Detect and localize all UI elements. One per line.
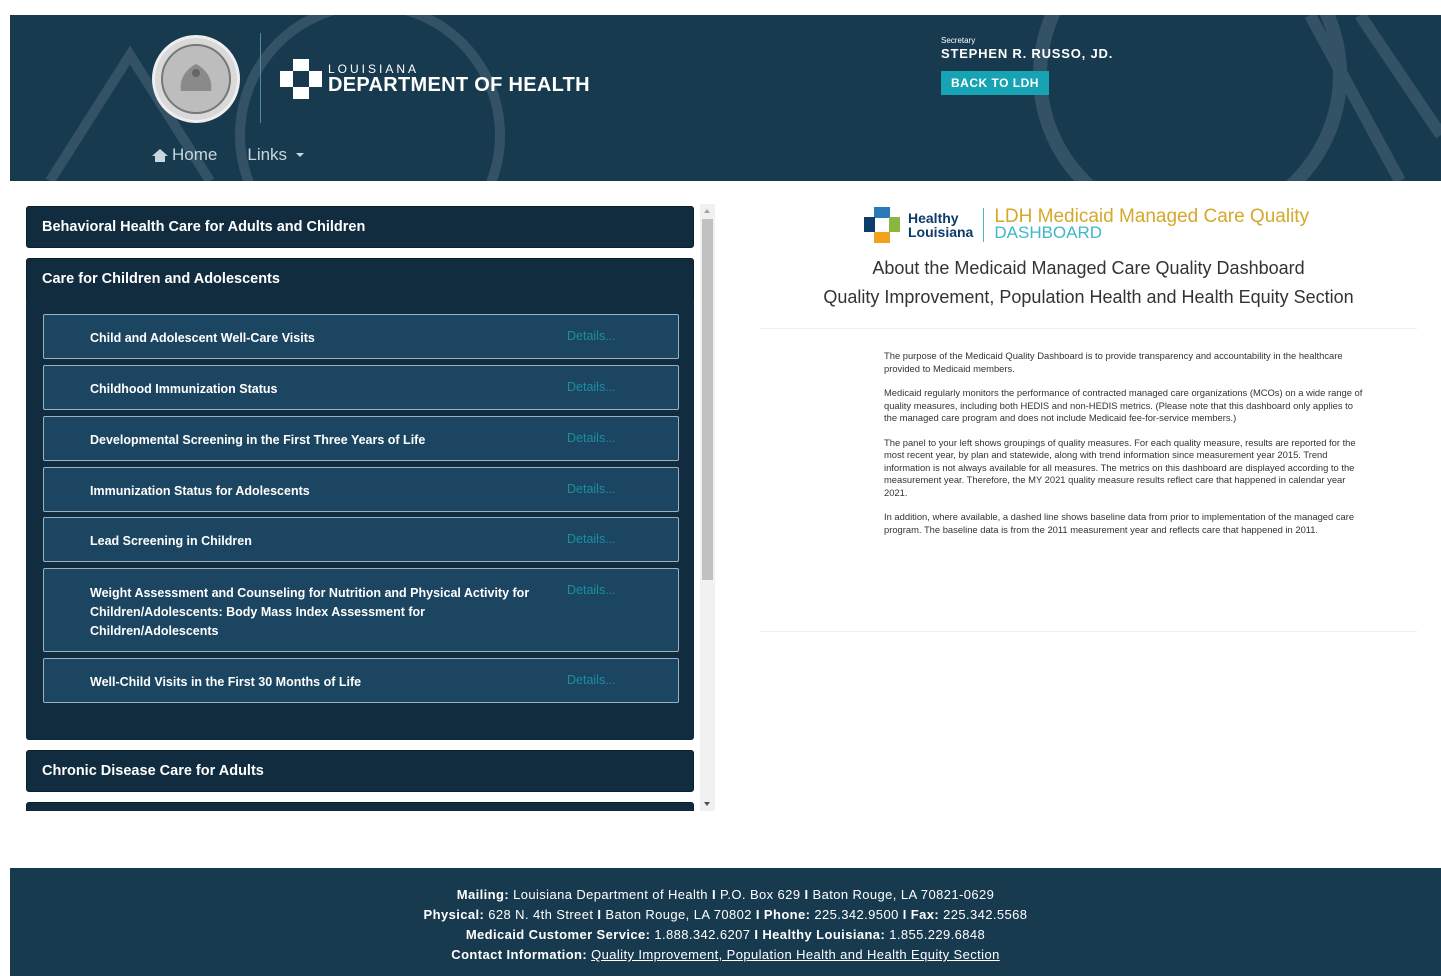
healthy-louisiana-cross-icon [864, 207, 900, 243]
physical-city: Baton Rouge, LA 70802 [605, 907, 752, 922]
healthy-louisiana-line1: Healthy [908, 210, 959, 226]
accordion-header-children-adolescents[interactable]: Care for Children and Adolescents [26, 258, 694, 300]
accordion-header-next-partial[interactable] [26, 802, 694, 811]
separator: I [597, 907, 602, 922]
measure-name: Weight Assessment and Counseling for Nut… [90, 586, 530, 638]
secretary-label: Secretary [941, 36, 976, 45]
separator: I [711, 887, 716, 902]
contact-link[interactable]: Quality Improvement, Population Health a… [591, 947, 1000, 962]
fax-number: 225.342.5568 [943, 907, 1028, 922]
physical-street: 628 N. 4th Street [488, 907, 594, 922]
panel-scrollbar[interactable] [700, 204, 715, 811]
measure-name: Child and Adolescent Well-Care Visits [90, 331, 315, 345]
measure-details-link[interactable]: Details... [567, 532, 616, 546]
accordion: Behavioral Health Care for Adults and Ch… [24, 204, 699, 811]
measure-details-link[interactable]: Details... [567, 583, 616, 597]
dashboard-title-line2: DASHBOARD [994, 223, 1103, 242]
separator: I [755, 907, 760, 922]
measure-item[interactable]: Lead Screening in Children Details... [43, 517, 679, 562]
separator: I [902, 907, 907, 922]
measure-item[interactable]: Childhood Immunization Status Details... [43, 365, 679, 410]
separator: I [804, 887, 809, 902]
healthy-louisiana-dashboard-logo: Healthy Louisiana LDH Medicaid Managed C… [864, 207, 1309, 243]
back-to-ldh-button[interactable]: BACK TO LDH [941, 71, 1049, 95]
mailing-box: P.O. Box 629 [720, 887, 801, 902]
secretary-name: STEPHEN R. RUSSO, JD. [941, 46, 1114, 61]
scrollbar-thumb[interactable] [702, 219, 713, 580]
secretary-block: Secretary STEPHEN R. RUSSO, JD. [941, 36, 1113, 61]
ldh-cross-icon [280, 59, 322, 99]
accordion-header-chronic-disease[interactable]: Chronic Disease Care for Adults [26, 750, 694, 792]
phone-label: Phone: [763, 907, 811, 922]
accordion-body-children-adolescents: Child and Adolescent Well-Care Visits De… [26, 299, 694, 740]
seal-inner [161, 44, 231, 114]
measure-name: Immunization Status for Adolescents [90, 484, 310, 498]
caret-down-icon [296, 153, 305, 157]
measure-name: Developmental Screening in the First Thr… [90, 433, 426, 447]
accordion-header-behavioral-health[interactable]: Behavioral Health Care for Adults and Ch… [26, 206, 694, 248]
ldh-logo-department: DEPARTMENT OF HEALTH [328, 74, 590, 96]
header-divider [260, 33, 261, 123]
fax-label: Fax: [910, 907, 940, 922]
healthy-louisiana-label: Healthy Louisiana: [762, 927, 886, 942]
description-paragraph: Medicaid regularly monitors the performa… [884, 387, 1363, 423]
measure-name: Well-Child Visits in the First 30 Months… [90, 675, 362, 689]
measure-details-link[interactable]: Details... [567, 673, 616, 687]
ldh-logo[interactable]: LOUISIANA DEPARTMENT OF HEALTH [280, 59, 590, 99]
contact-label: Contact Information: [451, 947, 588, 962]
measure-item[interactable]: Weight Assessment and Counseling for Nut… [43, 568, 679, 652]
footer-contact: Contact Information: Quality Improvement… [10, 945, 1441, 965]
mailing-org: Louisiana Department of Health [513, 887, 708, 902]
nav-links-dropdown[interactable]: Links [247, 145, 305, 165]
description-paragraph: In addition, where available, a dashed l… [884, 511, 1355, 535]
measure-item[interactable]: Child and Adolescent Well-Care Visits De… [43, 314, 679, 359]
measure-details-link[interactable]: Details... [567, 329, 616, 343]
divider-top [760, 328, 1417, 329]
main-nav: Home Links [152, 145, 305, 165]
home-icon [152, 148, 168, 162]
mcs-label: Medicaid Customer Service: [465, 927, 651, 942]
description-paragraph: The panel to your left shows groupings o… [884, 436, 1356, 498]
mcs-number: 1.888.342.6207 [654, 927, 751, 942]
scroll-down-arrow-icon[interactable] [704, 802, 710, 806]
nav-home[interactable]: Home [152, 145, 217, 165]
state-seal-logo [152, 35, 240, 123]
mailing-label: Mailing: [456, 887, 510, 902]
measure-item[interactable]: Immunization Status for Adolescents Deta… [43, 467, 679, 512]
measure-details-link[interactable]: Details... [567, 380, 616, 394]
measure-details-link[interactable]: Details... [567, 482, 616, 496]
logo-separator [983, 208, 985, 242]
measure-name: Childhood Immunization Status [90, 382, 278, 396]
divider-bottom [760, 631, 1417, 632]
measure-item[interactable]: Developmental Screening in the First Thr… [43, 416, 679, 461]
dashboard-description: The purpose of the Medicaid Quality Dash… [884, 350, 1364, 548]
nav-home-label: Home [172, 145, 218, 164]
healthy-louisiana-number: 1.855.229.6848 [889, 927, 986, 942]
site-footer: Mailing: Louisiana Department of Health … [10, 868, 1441, 976]
healthy-louisiana-line2: Louisiana [908, 224, 974, 240]
measure-item[interactable]: Well-Child Visits in the First 30 Months… [43, 658, 679, 703]
footer-service: Medicaid Customer Service: 1.888.342.620… [10, 925, 1441, 945]
physical-label: Physical: [423, 907, 485, 922]
measure-groups-panel[interactable]: Behavioral Health Care for Adults and Ch… [24, 204, 715, 811]
footer-physical: Physical: 628 N. 4th Street I Baton Roug… [10, 905, 1441, 925]
measure-details-link[interactable]: Details... [567, 431, 616, 445]
separator: I [754, 927, 759, 942]
mailing-city: Baton Rouge, LA 70821-0629 [812, 887, 995, 902]
scroll-up-arrow-icon[interactable] [704, 209, 710, 213]
measure-name: Lead Screening in Children [90, 534, 252, 548]
nav-links-label: Links [247, 145, 288, 164]
footer-mailing: Mailing: Louisiana Department of Health … [10, 885, 1441, 905]
pelican-icon [180, 64, 212, 91]
phone-number: 225.342.9500 [814, 907, 899, 922]
description-paragraph: The purpose of the Medicaid Quality Dash… [884, 350, 1343, 374]
site-header: LOUISIANA DEPARTMENT OF HEALTH Secretary… [10, 15, 1441, 181]
about-title: About the Medicaid Managed Care Quality … [872, 258, 1305, 278]
about-subtitle: Quality Improvement, Population Health a… [823, 287, 1354, 307]
